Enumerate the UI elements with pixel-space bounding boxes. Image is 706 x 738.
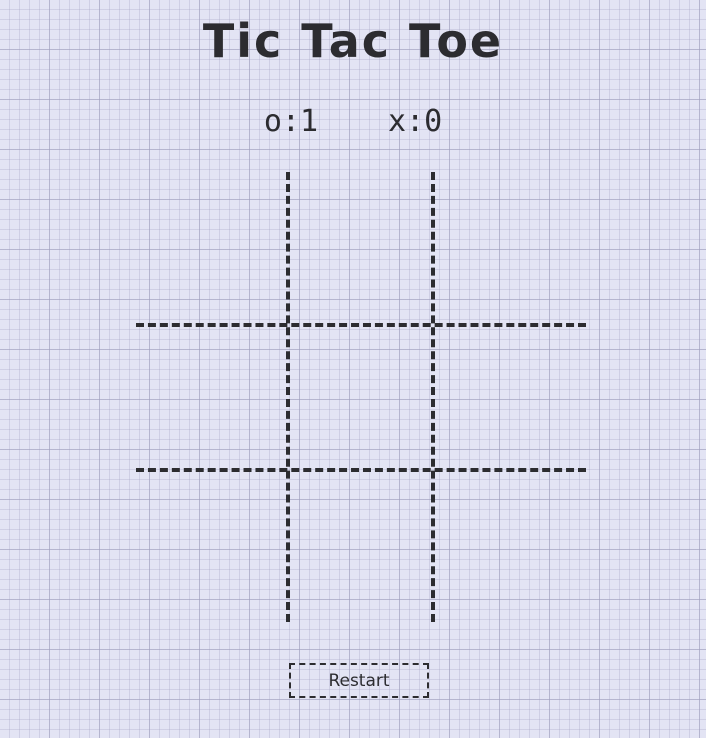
score-x-value: 0 (424, 104, 443, 139)
score-o-label: o (263, 104, 282, 139)
score-x-separator: : (406, 104, 425, 139)
board-cell-3[interactable] (436, 172, 586, 322)
restart-button[interactable]: Restart (289, 663, 429, 698)
grid-line-horizontal-2 (136, 468, 586, 472)
board-cell-1[interactable] (136, 172, 286, 322)
board-cell-2[interactable] (286, 172, 436, 322)
game-title: Tic Tac Toe (202, 14, 504, 68)
score-o-separator: : (281, 104, 300, 139)
board-cell-7[interactable] (136, 472, 286, 622)
board-cell-4[interactable] (136, 322, 286, 472)
grid-line-vertical-1 (286, 172, 290, 622)
board-cell-8[interactable] (286, 472, 436, 622)
board-cell-5[interactable] (286, 322, 436, 472)
score-o-value: 1 (299, 104, 318, 139)
board-cell-9[interactable] (436, 472, 586, 622)
grid-line-vertical-2 (431, 172, 435, 622)
score-x-label: x (388, 104, 407, 139)
scoreboard: o:1 x:0 (0, 104, 706, 139)
grid-line-horizontal-1 (136, 323, 586, 327)
game-board (136, 172, 586, 622)
board-cell-6[interactable] (436, 322, 586, 472)
